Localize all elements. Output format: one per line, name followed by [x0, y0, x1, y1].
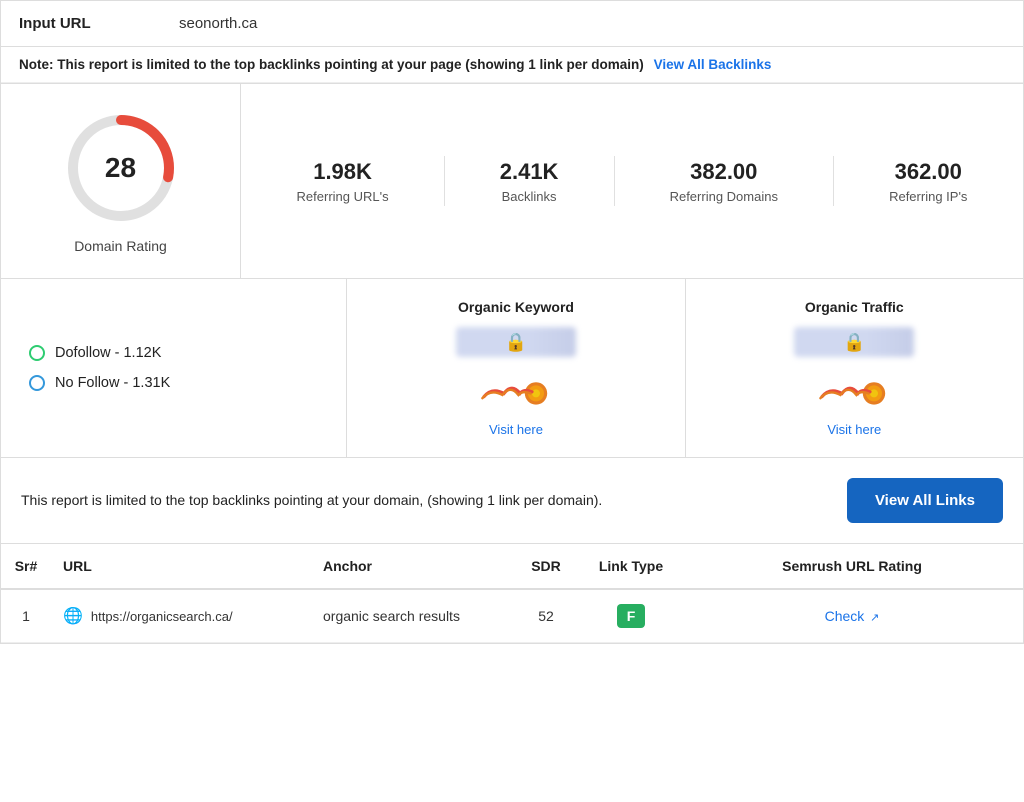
url-text: https://organicsearch.ca/ — [91, 609, 233, 624]
input-url-label: Input URL — [19, 15, 179, 32]
table-section: Sr# URL Anchor SDR Link Type Semrush URL… — [1, 544, 1023, 643]
organic-keyword-blurred: 🔒 — [456, 327, 576, 357]
metric-label-referring-urls: Referring URL's — [297, 189, 389, 204]
td-semrush: Check ↗ — [681, 589, 1023, 643]
metric-value-referring-domains: 382.00 — [670, 159, 778, 185]
link-type-badge: F — [617, 604, 646, 628]
dofollow-circle-icon — [29, 345, 45, 361]
link-type-section: Dofollow - 1.12K No Follow - 1.31K Organ… — [1, 279, 1023, 458]
dofollow-item: Dofollow - 1.12K — [29, 345, 318, 361]
nofollow-label: No Follow - 1.31K — [55, 375, 170, 391]
organic-traffic-blurred: 🔒 — [794, 327, 914, 357]
url-cell: 🌐 https://organicsearch.ca/ — [63, 606, 299, 626]
metric-referring-urls: 1.98K Referring URL's — [281, 159, 405, 204]
metric-value-referring-urls: 1.98K — [297, 159, 389, 185]
globe-icon: 🌐 — [63, 606, 83, 626]
td-sdr: 52 — [511, 589, 581, 643]
metric-value-backlinks: 2.41K — [500, 159, 559, 185]
lock-icon-traffic: 🔒 — [843, 332, 865, 353]
metric-divider-1 — [444, 156, 445, 206]
stats-section: 28 Domain Rating 1.98K Referring URL's 2… — [1, 83, 1023, 279]
metric-label-referring-ips: Referring IP's — [889, 189, 967, 204]
flame-icon-keyword — [476, 371, 556, 414]
metric-divider-3 — [833, 156, 834, 206]
table-header-row: Sr# URL Anchor SDR Link Type Semrush URL… — [1, 544, 1023, 589]
domain-rating-label: Domain Rating — [74, 238, 167, 254]
th-sdr: SDR — [511, 544, 581, 589]
link-type-box: Dofollow - 1.12K No Follow - 1.31K — [1, 279, 347, 457]
metric-referring-domains: 382.00 Referring Domains — [654, 159, 794, 204]
lock-icon-keyword: 🔒 — [505, 332, 527, 353]
organic-traffic-box: Organic Traffic 🔒 Visit here — [686, 279, 1023, 457]
nofollow-circle-icon — [29, 375, 45, 391]
td-url: 🌐 https://organicsearch.ca/ — [51, 589, 311, 643]
td-anchor: organic search results — [311, 589, 511, 643]
metric-divider-2 — [614, 156, 615, 206]
metric-backlinks: 2.41K Backlinks — [484, 159, 575, 204]
organic-traffic-title: Organic Traffic — [805, 299, 904, 315]
table-head: Sr# URL Anchor SDR Link Type Semrush URL… — [1, 544, 1023, 589]
th-url: URL — [51, 544, 311, 589]
note-row: Note: This report is limited to the top … — [1, 47, 1023, 83]
nofollow-item: No Follow - 1.31K — [29, 375, 318, 391]
th-sr: Sr# — [1, 544, 51, 589]
dofollow-label: Dofollow - 1.12K — [55, 345, 161, 361]
view-all-links-button[interactable]: View All Links — [847, 478, 1003, 523]
table-body: 1 🌐 https://organicsearch.ca/ organic se… — [1, 589, 1023, 643]
metric-label-backlinks: Backlinks — [500, 189, 559, 204]
td-link-type: F — [581, 589, 681, 643]
organic-traffic-visit-link[interactable]: Visit here — [827, 422, 881, 437]
organic-keyword-box: Organic Keyword 🔒 Visit here — [347, 279, 685, 457]
input-url-row: Input URL seonorth.ca — [1, 1, 1023, 47]
metric-value-referring-ips: 362.00 — [889, 159, 967, 185]
main-container: Input URL seonorth.ca Note: This report … — [0, 0, 1024, 644]
view-all-backlinks-link[interactable]: View All Backlinks — [654, 57, 772, 72]
td-sr: 1 — [1, 589, 51, 643]
note-text: Note: This report is limited to the top … — [19, 57, 644, 72]
table-row: 1 🌐 https://organicsearch.ca/ organic se… — [1, 589, 1023, 643]
metrics-row: 1.98K Referring URL's 2.41K Backlinks 38… — [241, 84, 1023, 278]
domain-rating-box: 28 Domain Rating — [1, 84, 241, 278]
input-url-value: seonorth.ca — [179, 15, 257, 32]
external-link-icon: ↗ — [870, 612, 879, 624]
th-anchor: Anchor — [311, 544, 511, 589]
view-all-text: This report is limited to the top backli… — [21, 490, 602, 511]
organic-keyword-visit-link[interactable]: Visit here — [489, 422, 543, 437]
domain-rating-gauge: 28 — [61, 108, 181, 228]
backlinks-table: Sr# URL Anchor SDR Link Type Semrush URL… — [1, 544, 1023, 643]
gauge-number: 28 — [105, 152, 136, 184]
view-all-section: This report is limited to the top backli… — [1, 458, 1023, 544]
flame-icon-traffic — [814, 371, 894, 414]
th-link-type: Link Type — [581, 544, 681, 589]
metric-label-referring-domains: Referring Domains — [670, 189, 778, 204]
semrush-check-link[interactable]: Check ↗ — [825, 608, 880, 624]
organic-keyword-title: Organic Keyword — [458, 299, 574, 315]
th-semrush: Semrush URL Rating — [681, 544, 1023, 589]
metric-referring-ips: 362.00 Referring IP's — [873, 159, 983, 204]
